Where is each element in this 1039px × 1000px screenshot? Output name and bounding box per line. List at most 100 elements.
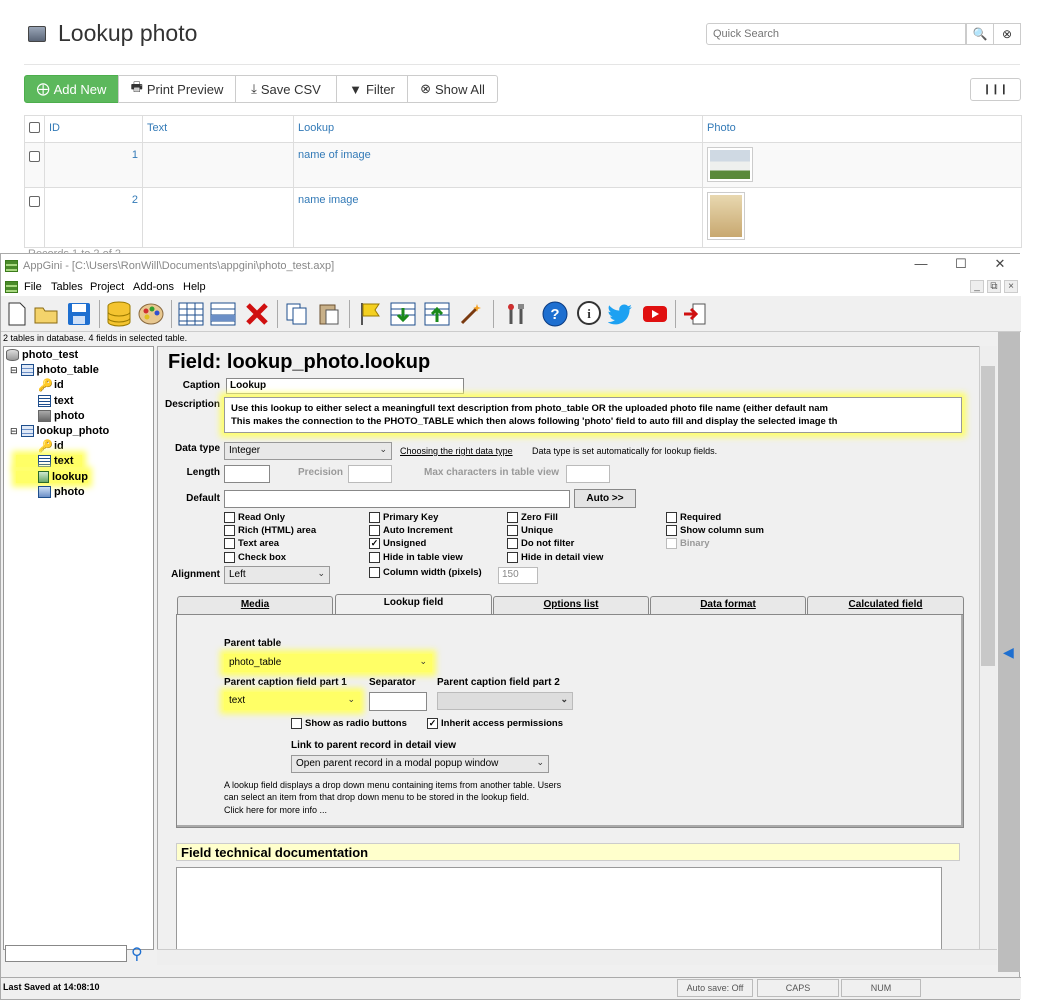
new-field-button[interactable] (209, 300, 237, 328)
cell-id[interactable]: 1 (44, 142, 143, 188)
paste-button[interactable] (315, 300, 343, 328)
max-chars-input[interactable] (566, 465, 610, 483)
tab-media[interactable]: Media (177, 596, 333, 614)
alignment-select[interactable]: Left ⌄ (224, 566, 330, 584)
close-window-button[interactable]: ✕ (985, 256, 1015, 272)
cell-photo[interactable] (702, 142, 1022, 188)
documentation-textarea[interactable] (176, 867, 942, 955)
quick-search-input[interactable] (706, 23, 966, 45)
hide-table-view-checkbox[interactable]: Hide in table view (369, 552, 463, 563)
youtube-button[interactable] (641, 300, 669, 328)
cell-id[interactable]: 2 (44, 187, 143, 248)
header-text[interactable]: Text (142, 115, 294, 143)
database-button[interactable] (105, 300, 133, 328)
columns-button[interactable]: ❙❙❙ (970, 78, 1021, 101)
menu-file[interactable]: File (24, 281, 42, 293)
panel-horizontal-scrollbar[interactable] (157, 949, 997, 965)
tree-field-lookup[interactable]: lookup (16, 471, 88, 483)
tree-field-text[interactable]: text (38, 395, 74, 407)
header-lookup[interactable]: Lookup (293, 115, 703, 143)
column-width-checkbox[interactable]: Column width (pixels) (369, 567, 482, 578)
header-id[interactable]: ID (44, 115, 143, 143)
row-checkbox[interactable] (29, 196, 40, 207)
cell-text[interactable] (142, 187, 294, 248)
open-project-button[interactable] (33, 300, 61, 328)
magic-wand-button[interactable] (457, 300, 485, 328)
more-info-link[interactable]: Click here for more info ... (224, 805, 327, 815)
menu-addons[interactable]: Add-ons (133, 281, 174, 293)
precision-input[interactable] (348, 465, 392, 483)
tab-options-list[interactable]: Options list (493, 596, 649, 614)
delete-button[interactable] (243, 300, 271, 328)
description-textarea[interactable]: Use this lookup to either select a meani… (224, 397, 962, 433)
copy-button[interactable] (283, 300, 311, 328)
print-preview-button[interactable]: 🖶 Print Preview (118, 75, 236, 103)
caption-part1-select[interactable]: text ⌄ (224, 692, 360, 710)
tree-field-id[interactable]: 🔑 id (38, 379, 64, 391)
minimize-button[interactable]: — (906, 256, 936, 271)
table-row[interactable]: 2 name image (24, 187, 1022, 248)
check-box-checkbox[interactable]: Check box (224, 552, 286, 563)
mdi-minimize-button[interactable]: _ (970, 280, 984, 293)
generate-button[interactable] (357, 300, 385, 328)
unsigned-checkbox[interactable]: ✓ Unsigned (369, 538, 426, 549)
separator-input[interactable] (369, 692, 427, 711)
primary-key-checkbox[interactable]: Primary Key (369, 512, 438, 523)
mdi-close-button[interactable]: × (1004, 280, 1018, 293)
download-generate-button[interactable] (389, 300, 417, 328)
tree-database[interactable]: photo_test (6, 349, 78, 361)
show-all-button[interactable]: ⊗ Show All (407, 75, 498, 103)
new-project-button[interactable] (3, 300, 31, 328)
tree-table-lookup-photo[interactable]: ⊟ lookup_photo (10, 425, 109, 437)
search-button[interactable]: 🔍 (966, 23, 994, 45)
select-all-checkbox[interactable] (29, 122, 40, 133)
clear-search-button[interactable]: ⊗ (993, 23, 1021, 45)
tree-table-photo-table[interactable]: ⊟ photo_table (10, 364, 99, 376)
side-panel-toggle[interactable]: ◀ (998, 332, 1020, 972)
binary-checkbox[interactable]: Binary (666, 538, 710, 549)
settings-button[interactable] (503, 300, 531, 328)
help-button[interactable]: ? (541, 300, 569, 328)
table-row[interactable]: 1 name of image (24, 142, 1022, 188)
save-project-button[interactable] (65, 300, 93, 328)
menu-tables[interactable]: Tables (51, 281, 83, 293)
length-input[interactable] (224, 465, 270, 483)
cell-text[interactable] (142, 142, 294, 188)
cell-lookup[interactable]: name image (293, 187, 703, 248)
auto-increment-checkbox[interactable]: Auto Increment (369, 525, 453, 536)
info-button[interactable]: i (575, 300, 603, 328)
menu-help[interactable]: Help (183, 281, 206, 293)
data-type-select[interactable]: Integer ⌄ (224, 442, 392, 460)
cell-lookup[interactable]: name of image (293, 142, 703, 188)
caption-part2-select[interactable]: ⌄ (437, 692, 573, 710)
default-input[interactable] (224, 490, 570, 508)
tree-field-photo[interactable]: photo (38, 486, 85, 498)
hide-detail-view-checkbox[interactable]: Hide in detail view (507, 552, 603, 563)
link-parent-select[interactable]: Open parent record in a modal popup wind… (291, 755, 549, 773)
cell-photo[interactable] (702, 187, 1022, 248)
tree-search-input[interactable] (5, 945, 127, 962)
photo-thumbnail[interactable] (707, 147, 753, 182)
tab-calculated-field[interactable]: Calculated field (807, 596, 964, 614)
show-column-sum-checkbox[interactable]: Show column sum (666, 525, 764, 536)
tab-data-format[interactable]: Data format (650, 596, 806, 614)
row-checkbox[interactable] (29, 151, 40, 162)
data-type-help-link[interactable]: Choosing the right data type (400, 446, 513, 456)
maximize-button[interactable]: ☐ (946, 256, 976, 272)
exit-button[interactable] (681, 300, 709, 328)
add-new-button[interactable]: ⨁ Add New (24, 75, 119, 103)
photo-thumbnail[interactable] (707, 192, 745, 240)
column-width-input[interactable]: 150 (498, 567, 538, 584)
search-icon[interactable]: ⚲ (131, 944, 143, 964)
caption-input[interactable]: Lookup (226, 378, 464, 394)
upload-button[interactable] (423, 300, 451, 328)
text-area-checkbox[interactable]: Text area (224, 538, 279, 549)
inherit-permissions-checkbox[interactable]: ✓ Inherit access permissions (427, 718, 563, 729)
new-table-button[interactable] (177, 300, 205, 328)
do-not-filter-checkbox[interactable]: Do not filter (507, 538, 574, 549)
twitter-button[interactable] (607, 300, 635, 328)
tree-field-id[interactable]: 🔑 id (38, 440, 64, 452)
unique-checkbox[interactable]: Unique (507, 525, 553, 536)
show-radio-buttons-checkbox[interactable]: Show as radio buttons (291, 718, 407, 729)
theme-button[interactable] (137, 300, 165, 328)
